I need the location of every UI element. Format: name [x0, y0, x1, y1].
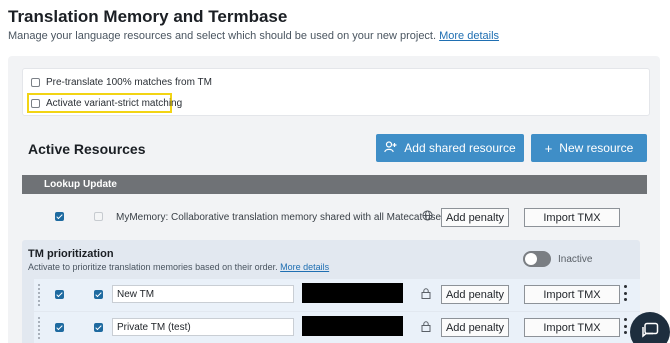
col-lookup: Lookup — [44, 179, 81, 190]
mymemory-lookup-checkbox[interactable] — [55, 212, 64, 221]
globe-icon — [422, 210, 433, 221]
tm-prioritization-description: Activate to prioritize translation memor… — [28, 262, 329, 272]
tm-prioritization-toggle[interactable] — [523, 251, 551, 267]
tm-row: Add penalty Import TMX — [34, 279, 640, 311]
mymemory-row: MyMemory: Collaborative translation memo… — [22, 197, 647, 237]
page-title: Translation Memory and Termbase — [8, 7, 288, 26]
tm-name-input[interactable] — [112, 285, 294, 303]
variant-strict-option[interactable]: Activate variant-strict matching — [31, 98, 182, 109]
add-shared-resource-label: Add shared resource — [404, 141, 516, 155]
new-resource-button[interactable]: + New resource — [531, 134, 647, 162]
active-resources-title: Active Resources — [28, 141, 146, 157]
subtitle-text: Manage your language resources and selec… — [8, 30, 437, 42]
tm-add-penalty-button[interactable]: Add penalty — [441, 285, 509, 304]
redacted-key — [302, 316, 403, 336]
tm-update-checkbox[interactable] — [94, 323, 103, 332]
tm-prioritization-title: TM prioritization — [28, 248, 114, 260]
more-options-icon[interactable] — [622, 285, 628, 301]
variant-strict-label: Activate variant-strict matching — [46, 98, 183, 109]
tm-prioritization-status: Inactive — [558, 254, 593, 265]
tm-lookup-checkbox[interactable] — [55, 290, 64, 299]
more-options-icon[interactable] — [622, 318, 628, 334]
resources-table-header: Lookup Update — [22, 175, 647, 194]
mymemory-add-penalty-button[interactable]: Add penalty — [441, 208, 509, 227]
tm-name-input[interactable] — [112, 318, 294, 336]
plus-icon: + — [544, 140, 553, 156]
redacted-key — [302, 283, 403, 303]
tm-import-tmx-button[interactable]: Import TMX — [524, 318, 620, 337]
mymemory-import-tmx-button[interactable]: Import TMX — [524, 208, 620, 227]
tm-lookup-checkbox[interactable] — [55, 323, 64, 332]
tm-import-tmx-button[interactable]: Import TMX — [524, 285, 620, 304]
more-details-link[interactable]: More details — [439, 30, 499, 42]
page-subtitle: Manage your language resources and selec… — [8, 30, 499, 42]
pretranslate-option[interactable]: Pre-translate 100% matches from TM — [31, 77, 212, 88]
add-shared-resource-button[interactable]: Add shared resource — [376, 134, 524, 162]
project-options-box: Pre-translate 100% matches from TM Activ… — [22, 68, 650, 116]
add-user-icon — [384, 140, 397, 156]
lock-icon — [421, 288, 431, 299]
chat-button[interactable] — [630, 312, 670, 343]
col-update: Update — [83, 179, 117, 190]
variant-strict-checkbox[interactable] — [31, 99, 40, 108]
tm-prioritization-text: Activate to prioritize translation memor… — [28, 262, 278, 272]
lock-icon — [421, 321, 431, 332]
new-resource-label: New resource — [559, 141, 634, 155]
drag-handle-icon[interactable] — [38, 317, 40, 339]
pretranslate-label: Pre-translate 100% matches from TM — [46, 77, 212, 88]
tm-row: Add penalty Import TMX — [34, 312, 640, 343]
tm-update-checkbox[interactable] — [94, 290, 103, 299]
mymemory-description: MyMemory: Collaborative translation memo… — [116, 212, 453, 223]
tm-add-penalty-button[interactable]: Add penalty — [441, 318, 509, 337]
chat-icon — [642, 322, 659, 338]
tm-prioritization-more-details-link[interactable]: More details — [280, 262, 329, 272]
pretranslate-checkbox[interactable] — [31, 78, 40, 87]
mymemory-update-checkbox — [94, 212, 103, 221]
drag-handle-icon[interactable] — [38, 284, 40, 306]
